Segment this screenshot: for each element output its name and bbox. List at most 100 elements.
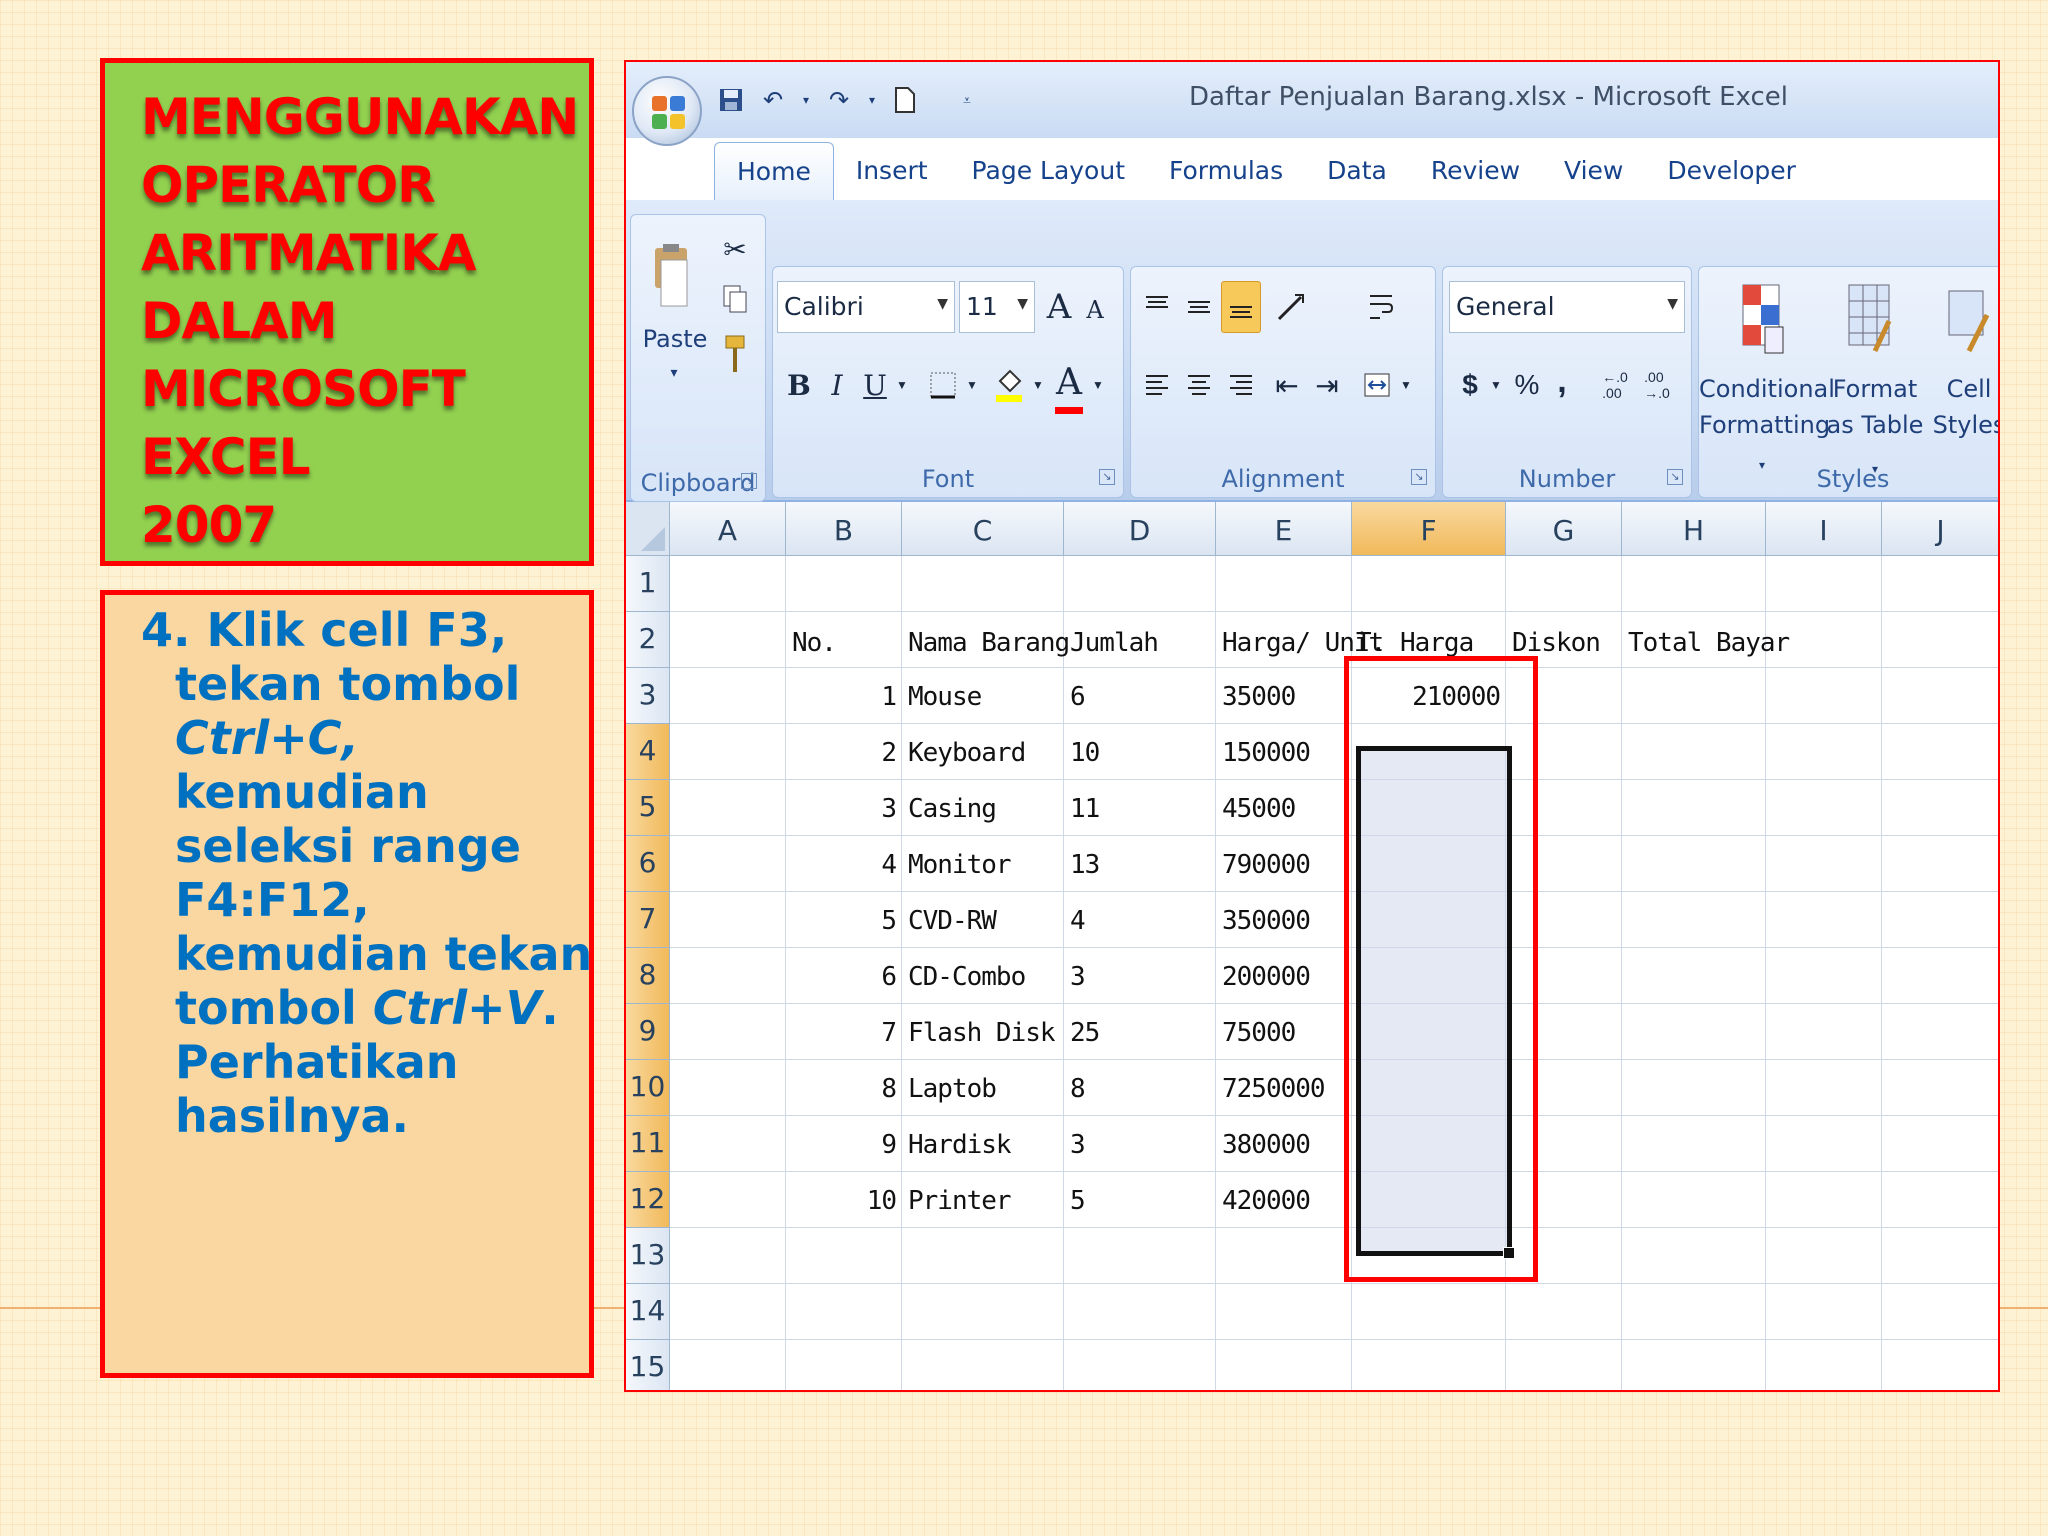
- cell-jumlah[interactable]: 25: [1070, 1018, 1100, 1048]
- row-header[interactable]: 1: [626, 556, 670, 612]
- row-header-selected[interactable]: 8: [626, 948, 670, 1004]
- cell-harga[interactable]: 150000: [1222, 738, 1311, 768]
- chevron-down-icon[interactable]: ▼: [1089, 359, 1107, 411]
- cell-no[interactable]: 1: [826, 682, 897, 712]
- cell-jumlah[interactable]: 6: [1070, 682, 1086, 712]
- align-left-icon[interactable]: [1137, 359, 1177, 411]
- cell-nama[interactable]: CVD-RW: [908, 906, 997, 936]
- cell-nama[interactable]: Laptob: [908, 1074, 997, 1104]
- header-cell-total[interactable]: Total Bayar: [1628, 628, 1790, 658]
- align-top-icon[interactable]: [1137, 281, 1177, 333]
- row-header[interactable]: 3: [626, 668, 670, 724]
- bold-button[interactable]: B: [781, 359, 817, 411]
- row-header-selected[interactable]: 12: [626, 1172, 670, 1228]
- font-size-select[interactable]: 11 ▼: [959, 281, 1035, 333]
- column-header[interactable]: E: [1216, 502, 1352, 556]
- cell-harga[interactable]: 75000: [1222, 1018, 1296, 1048]
- cut-icon[interactable]: ✂: [717, 229, 753, 269]
- column-header[interactable]: H: [1622, 502, 1766, 556]
- cell-no[interactable]: 2: [826, 738, 897, 768]
- row-header-selected[interactable]: 5: [626, 780, 670, 836]
- italic-button[interactable]: I: [819, 359, 855, 411]
- redo-icon[interactable]: ↷: [824, 85, 854, 115]
- cell-nama[interactable]: Hardisk: [908, 1130, 1012, 1160]
- cell-harga[interactable]: 790000: [1222, 850, 1311, 880]
- cell-harga[interactable]: 380000: [1222, 1130, 1311, 1160]
- cell-no[interactable]: 7: [826, 1018, 897, 1048]
- tab-home[interactable]: Home: [714, 142, 834, 200]
- tab-data[interactable]: Data: [1305, 142, 1409, 200]
- column-header[interactable]: G: [1506, 502, 1622, 556]
- header-cell-tharga[interactable]: T. Harga: [1356, 628, 1474, 658]
- cell-no[interactable]: 10: [826, 1186, 897, 1216]
- undo-icon[interactable]: ↶: [758, 85, 788, 115]
- cell-styles-icon[interactable]: [1939, 277, 1995, 361]
- align-middle-icon[interactable]: [1179, 281, 1219, 333]
- dropdown-arrow-icon[interactable]: ▾: [800, 85, 812, 115]
- increase-indent-icon[interactable]: ⇥: [1307, 359, 1347, 411]
- paste-button[interactable]: Paste: [635, 321, 715, 357]
- cell-jumlah[interactable]: 5: [1070, 1186, 1086, 1216]
- header-cell-diskon[interactable]: Diskon: [1512, 628, 1601, 658]
- cell-nama[interactable]: Printer: [908, 1186, 1012, 1216]
- cell-nama[interactable]: CD-Combo: [908, 962, 1026, 992]
- decrease-decimal-icon[interactable]: .00 →.0: [1637, 359, 1677, 411]
- row-header[interactable]: 15: [626, 1340, 670, 1390]
- cell-jumlah[interactable]: 11: [1070, 794, 1100, 824]
- cell-jumlah[interactable]: 3: [1070, 962, 1086, 992]
- align-bottom-icon[interactable]: [1221, 281, 1261, 333]
- cell-no[interactable]: 9: [826, 1130, 897, 1160]
- cell-nama[interactable]: Flash Disk: [908, 1018, 1056, 1048]
- orientation-icon[interactable]: [1269, 281, 1313, 333]
- dialog-launcher-icon[interactable]: ↘: [741, 473, 757, 489]
- format-painter-icon[interactable]: [717, 329, 753, 379]
- grow-font-button[interactable]: A: [1041, 281, 1077, 333]
- currency-button[interactable]: $: [1453, 359, 1487, 411]
- dropdown-arrow-icon[interactable]: ▾: [866, 85, 878, 115]
- tab-formulas[interactable]: Formulas: [1147, 142, 1305, 200]
- cell-harga[interactable]: 7250000: [1222, 1074, 1326, 1104]
- cell-harga[interactable]: 420000: [1222, 1186, 1311, 1216]
- customize-toolbar-icon[interactable]: ⩡: [952, 85, 982, 115]
- merge-center-icon[interactable]: [1357, 359, 1397, 411]
- office-button[interactable]: [632, 76, 702, 146]
- cell-jumlah[interactable]: 10: [1070, 738, 1100, 768]
- dialog-launcher-icon[interactable]: ↘: [1667, 469, 1683, 485]
- paste-dropdown-icon[interactable]: ▾: [659, 355, 689, 391]
- cell-styles-button[interactable]: Cell Styles: [1929, 371, 1998, 443]
- align-right-icon[interactable]: [1221, 359, 1261, 411]
- row-header[interactable]: 14: [626, 1284, 670, 1340]
- column-header-selected[interactable]: F: [1352, 502, 1506, 556]
- tab-developer[interactable]: Developer: [1645, 142, 1818, 200]
- cell-nama[interactable]: Monitor: [908, 850, 1012, 880]
- cell-harga[interactable]: 35000: [1222, 682, 1296, 712]
- row-header-selected[interactable]: 10: [626, 1060, 670, 1116]
- align-center-icon[interactable]: [1179, 359, 1219, 411]
- paste-icon[interactable]: [641, 235, 701, 319]
- row-header[interactable]: 2: [626, 612, 670, 668]
- column-header[interactable]: B: [786, 502, 902, 556]
- cell-no[interactable]: 4: [826, 850, 897, 880]
- chevron-down-icon[interactable]: ▼: [1397, 359, 1415, 411]
- tab-page-layout[interactable]: Page Layout: [950, 142, 1147, 200]
- dialog-launcher-icon[interactable]: ↘: [1099, 469, 1115, 485]
- cell-harga[interactable]: 45000: [1222, 794, 1296, 824]
- cell-jumlah[interactable]: 8: [1070, 1074, 1086, 1104]
- dialog-launcher-icon[interactable]: ↘: [1411, 469, 1427, 485]
- tab-review[interactable]: Review: [1409, 142, 1542, 200]
- row-header-selected[interactable]: 7: [626, 892, 670, 948]
- conditional-formatting-icon[interactable]: [1735, 277, 1791, 361]
- font-color-button[interactable]: A: [1049, 353, 1089, 411]
- new-document-icon[interactable]: [890, 85, 920, 115]
- font-name-select[interactable]: Calibri ▼: [777, 281, 955, 333]
- number-format-select[interactable]: General ▼: [1449, 281, 1685, 333]
- header-cell-nama[interactable]: Nama Barang: [908, 628, 1070, 658]
- column-header[interactable]: C: [902, 502, 1064, 556]
- chevron-down-icon[interactable]: ▼: [1029, 359, 1047, 411]
- percent-button[interactable]: %: [1509, 359, 1545, 411]
- save-icon[interactable]: [716, 85, 746, 115]
- row-header-selected[interactable]: 6: [626, 836, 670, 892]
- row-header[interactable]: 13: [626, 1228, 670, 1284]
- cell-harga[interactable]: 350000: [1222, 906, 1311, 936]
- cell-harga[interactable]: 200000: [1222, 962, 1311, 992]
